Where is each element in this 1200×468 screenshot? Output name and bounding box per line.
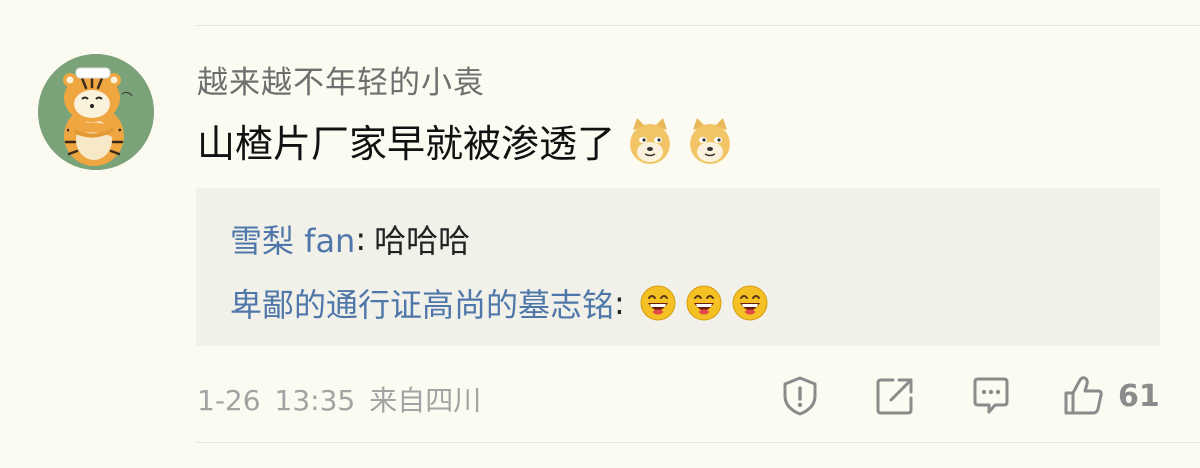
laughing-emoji-icon <box>640 285 676 321</box>
comment-date: 1-26 <box>197 384 261 417</box>
reply-author[interactable]: 卑鄙的通行证高尚的墓志铭 <box>230 280 614 326</box>
like-count: 61 <box>1118 378 1160 414</box>
comment-location: 来自四川 <box>369 384 482 417</box>
comment-body: 山楂片厂家早就被渗透了 <box>197 113 735 168</box>
reply-author[interactable]: 雪梨 fan <box>230 216 355 262</box>
reply-box[interactable]: 雪梨 fan : 哈哈哈 卑鄙的通行证高尚的墓志铭 : <box>196 188 1160 346</box>
like-icon <box>1064 376 1103 415</box>
comment-meta: 1-26 13:35 来自四川 <box>197 379 481 419</box>
report-button[interactable] <box>778 374 822 418</box>
laughing-emoji-icon <box>686 285 722 321</box>
comment-text: 山楂片厂家早就被渗透了 <box>197 122 616 166</box>
comment-button[interactable] <box>969 374 1013 418</box>
comment-time: 13:35 <box>274 384 356 417</box>
share-icon <box>876 378 913 415</box>
reply-text: 哈哈哈 <box>374 222 471 260</box>
reply-separator: : <box>614 284 625 322</box>
laughing-emoji-icon <box>732 285 768 321</box>
reply-item[interactable]: 卑鄙的通行证高尚的墓志铭 : <box>230 280 769 326</box>
report-icon <box>783 376 817 416</box>
like-button[interactable]: 61 <box>1062 374 1160 418</box>
comment-username[interactable]: 越来越不年轻的小袁 <box>197 57 485 102</box>
reply-item[interactable]: 雪梨 fan : 哈哈哈 <box>230 216 470 262</box>
avatar[interactable] <box>38 54 154 170</box>
reply-separator: : <box>355 220 367 258</box>
comment-icon <box>973 377 1009 414</box>
doge-emoji-icon <box>690 117 731 164</box>
doge-emoji-icon <box>630 117 671 164</box>
share-button[interactable] <box>873 374 917 418</box>
bottom-divider <box>196 442 1200 443</box>
tiger-avatar-icon <box>38 54 154 170</box>
top-divider <box>196 25 1200 26</box>
